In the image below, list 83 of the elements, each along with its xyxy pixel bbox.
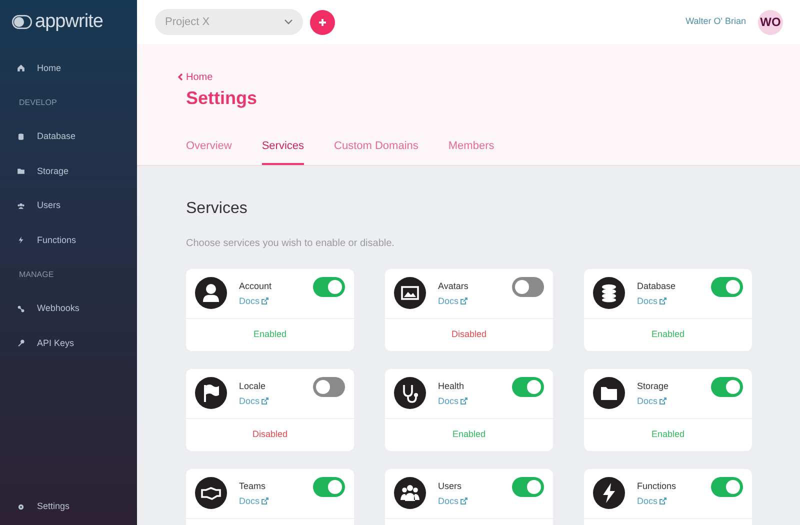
logo-icon <box>12 15 32 29</box>
status-text: Enabled <box>651 428 685 442</box>
add-button[interactable] <box>310 10 335 34</box>
users-icon <box>17 202 25 210</box>
plus-icon <box>318 18 327 26</box>
service-name: Account <box>239 280 273 292</box>
lightning-icon <box>593 477 625 509</box>
sidebar-item[interactable]: Settings <box>0 490 137 524</box>
external-link-icon <box>260 297 269 305</box>
status-text: Enabled <box>253 328 287 342</box>
toggle-switch[interactable] <box>313 477 345 497</box>
toggle-switch[interactable] <box>711 477 743 497</box>
project-dropdown[interactable]: Project X <box>155 9 303 35</box>
service-name: Locale <box>239 380 267 392</box>
key-icon <box>17 339 25 348</box>
toggle-switch[interactable] <box>711 377 743 397</box>
status-text: Disabled <box>451 328 487 342</box>
folder-icon <box>17 167 25 176</box>
docs-link[interactable]: Docs <box>438 295 468 307</box>
sidebar-item[interactable]: Database <box>0 120 137 154</box>
image-icon <box>394 277 426 309</box>
toggle-switch[interactable] <box>512 377 544 397</box>
docs-link[interactable]: Docs <box>438 495 468 507</box>
database-icon <box>17 132 25 141</box>
house-icon <box>17 64 25 72</box>
database-icon <box>593 277 625 309</box>
back-link[interactable]: Home <box>178 70 800 84</box>
status-text: Enabled <box>651 328 685 342</box>
toggle-switch[interactable] <box>512 477 544 497</box>
tab[interactable]: Members <box>448 130 494 165</box>
external-link-icon <box>658 497 667 505</box>
chevron-left-icon <box>178 73 183 81</box>
status-text: Enabled <box>452 428 486 442</box>
docs-link[interactable]: Docs <box>239 395 269 407</box>
page-title: Settings <box>186 87 258 110</box>
external-link-icon <box>460 397 468 405</box>
user-name: Walter O' Brian <box>686 15 746 28</box>
flag-icon <box>195 377 227 409</box>
status-text: Disabled <box>252 428 288 442</box>
external-link-icon <box>460 497 468 505</box>
toggle-switch[interactable] <box>512 277 544 297</box>
external-link-icon <box>260 397 269 405</box>
service-name: Health <box>438 380 466 392</box>
external-link-icon <box>658 397 667 405</box>
section-description: Choose services you wish to enable or disable. <box>186 237 396 251</box>
toggle-switch[interactable] <box>313 377 345 397</box>
docs-link[interactable]: Docs <box>239 295 269 307</box>
docs-link[interactable]: Docs <box>239 495 269 507</box>
service-name: Functions <box>637 480 678 492</box>
sidebar-item[interactable]: Home <box>0 51 137 86</box>
external-link-icon <box>460 297 468 305</box>
sidebar-item[interactable]: Users <box>0 188 137 223</box>
person-icon <box>195 277 227 309</box>
tab[interactable]: Overview <box>186 130 232 165</box>
docs-link[interactable]: Docs <box>637 495 667 507</box>
sidebar-item[interactable]: Functions <box>0 223 137 258</box>
section-label: MANAGE <box>18 268 55 280</box>
sidebar-item[interactable]: Webhooks <box>0 292 137 326</box>
docs-link[interactable]: Docs <box>637 295 667 307</box>
docs-link[interactable]: Docs <box>438 395 468 407</box>
service-name: Database <box>637 280 677 292</box>
external-link-icon <box>658 297 667 305</box>
sidebar-item[interactable]: API Keys <box>0 326 137 360</box>
sidebar-item[interactable]: Storage <box>0 154 137 188</box>
link-icon <box>17 304 25 313</box>
section-heading: Services <box>186 199 248 219</box>
service-name: Users <box>438 480 463 492</box>
tab[interactable]: Custom Domains <box>334 130 418 165</box>
docs-link[interactable]: Docs <box>637 395 667 407</box>
folder-icon <box>593 377 625 409</box>
user-avatar[interactable]: WO <box>758 10 783 34</box>
app-logo-text: appwrite <box>35 10 104 34</box>
section-label: DEVELOP <box>18 96 58 108</box>
chevron-down-icon <box>284 19 293 25</box>
stethoscope-icon <box>394 377 426 409</box>
toggle-switch[interactable] <box>313 277 345 297</box>
service-name: Teams <box>239 480 267 492</box>
service-name: Storage <box>637 380 670 392</box>
toggle-switch[interactable] <box>711 277 743 297</box>
service-name: Avatars <box>438 280 470 292</box>
lightning-icon <box>17 236 25 244</box>
users-icon <box>394 477 426 509</box>
external-link-icon <box>260 497 269 505</box>
